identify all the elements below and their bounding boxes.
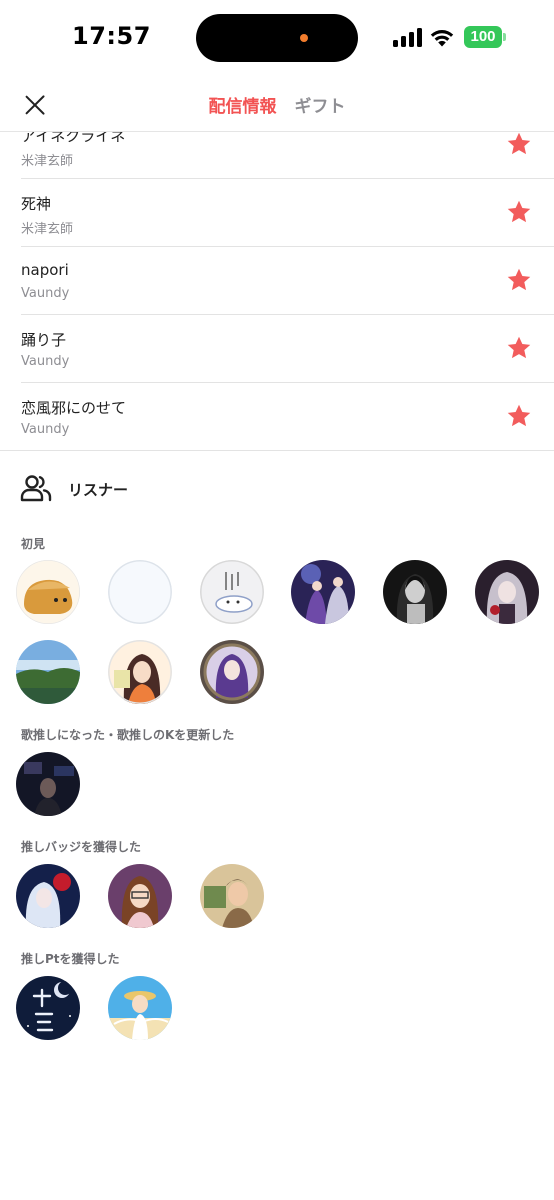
header: 配信情報 ギフト	[0, 76, 554, 132]
status-time: 17:57	[72, 22, 151, 50]
song-artist: 米津玄師	[21, 222, 74, 237]
battery-level: 100	[464, 26, 502, 48]
listener-avatar[interactable]	[16, 560, 80, 624]
listener-avatar[interactable]	[108, 864, 172, 928]
song-title: アイネクライネ	[21, 132, 126, 145]
song-artist: Vaundy	[21, 422, 70, 437]
listener-avatar[interactable]	[16, 976, 80, 1040]
song-list: アイネクライネ 米津玄師 死神 米津玄師 napori Vaundy 踊り子 V…	[0, 132, 554, 452]
section-label-oshi-badge: 推しバッジを獲得した	[21, 840, 142, 854]
listeners-header: リスナー	[0, 466, 554, 510]
song-row[interactable]: 死神 米津玄師	[0, 179, 554, 247]
favorite-star-icon[interactable]	[506, 199, 532, 225]
wifi-icon	[430, 30, 454, 47]
tab-bar: 配信情報 ギフト	[0, 92, 554, 117]
battery-icon: 100	[464, 26, 506, 48]
listener-avatar[interactable]	[108, 640, 172, 704]
song-artist: 米津玄師	[21, 154, 74, 169]
song-title: 踊り子	[21, 331, 67, 349]
listener-avatar[interactable]	[200, 560, 264, 624]
listener-avatar[interactable]	[108, 976, 172, 1040]
song-title: napori	[21, 261, 69, 279]
song-artist: Vaundy	[21, 354, 70, 369]
favorite-star-icon[interactable]	[506, 132, 532, 157]
listener-avatar[interactable]	[291, 560, 355, 624]
song-artist: Vaundy	[21, 286, 70, 301]
favorite-star-icon[interactable]	[506, 403, 532, 429]
favorite-star-icon[interactable]	[506, 335, 532, 361]
listeners-title: リスナー	[68, 481, 129, 499]
section-label-first-time: 初見	[21, 537, 46, 551]
song-row[interactable]: 踊り子 Vaundy	[0, 315, 554, 383]
section-label-oshi-pt: 推しPtを獲得した	[21, 952, 120, 966]
song-title: 死神	[21, 195, 52, 213]
song-title: 恋風邪にのせて	[21, 399, 127, 417]
cellular-signal-icon	[393, 27, 423, 47]
privacy-indicator-dot	[300, 34, 308, 42]
section-label-song-oshi: 歌推しになった・歌推しのKを更新した	[21, 728, 235, 742]
listener-avatar[interactable]	[108, 560, 172, 624]
listener-avatar[interactable]	[16, 752, 80, 816]
song-row[interactable]: アイネクライネ 米津玄師	[0, 132, 554, 179]
tab-stream-info[interactable]: 配信情報	[209, 92, 277, 117]
listener-avatar[interactable]	[383, 560, 447, 624]
users-icon	[20, 475, 52, 502]
dynamic-island	[196, 14, 358, 62]
listener-avatar[interactable]	[475, 560, 539, 624]
listener-avatar[interactable]	[16, 640, 80, 704]
favorite-star-icon[interactable]	[506, 267, 532, 293]
song-row[interactable]: napori Vaundy	[0, 247, 554, 315]
listener-avatar[interactable]	[200, 640, 264, 704]
listener-avatar[interactable]	[200, 864, 264, 928]
song-row[interactable]: 恋風邪にのせて Vaundy	[0, 383, 554, 451]
tab-gift[interactable]: ギフト	[295, 92, 346, 117]
status-bar: 17:57 100	[0, 0, 554, 76]
listener-avatar[interactable]	[16, 864, 80, 928]
